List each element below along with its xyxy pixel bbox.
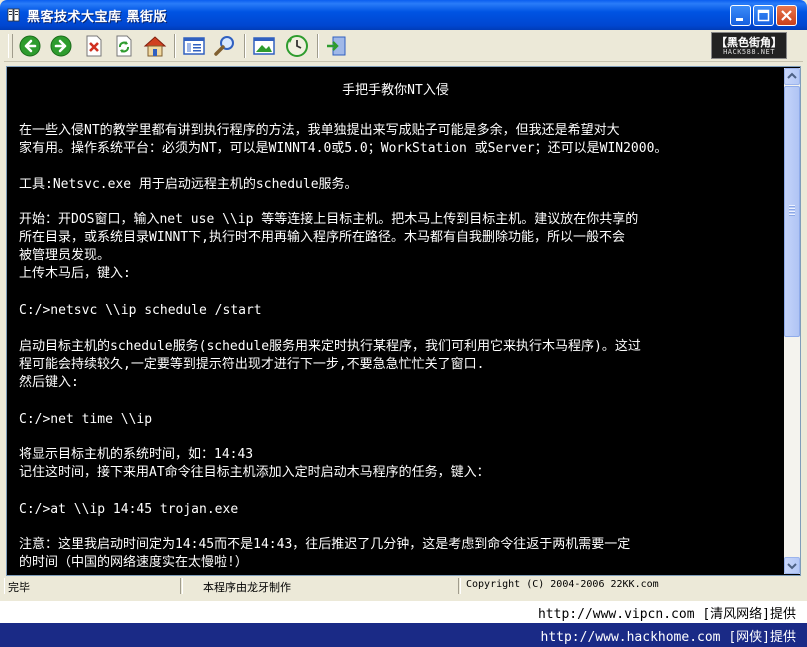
- title-bar[interactable]: 黑客技术大宝库 黑街版: [0, 0, 807, 30]
- copyright-pane: Copyright (C) 2004-2006 22KK.com: [460, 578, 803, 594]
- history-button[interactable]: [284, 33, 310, 59]
- text-line: 家有用。操作系统平台：必须为NT，可以是WINNT4.0或5.0；WorkSta…: [19, 141, 668, 156]
- text-line: 程可能会持续较久,一定要等到提示符出现才进行下一步,不要急急忙忙关了窗口.: [19, 357, 485, 372]
- content-frame: 手把手教你NT入侵 在一些入侵NT的教学里都有讲到执行程序的方法，我单独提出来写…: [6, 66, 801, 576]
- status-text: 完毕: [8, 581, 30, 594]
- document-view[interactable]: 手把手教你NT入侵 在一些入侵NT的教学里都有讲到执行程序的方法，我单独提出来写…: [8, 68, 783, 574]
- watermark-text: http://www.hackhome.com [网侠]提供: [540, 630, 797, 645]
- stop-icon: [86, 35, 102, 57]
- text-line: 将显示目标主机的系统时间，如：14:43: [19, 447, 254, 462]
- vertical-scrollbar[interactable]: [784, 68, 800, 574]
- search-button[interactable]: [212, 33, 238, 59]
- scroll-down-button[interactable]: [784, 557, 800, 574]
- forward-icon: [50, 35, 72, 57]
- text-line-partial: ……: [19, 571, 35, 574]
- toolbar-separator: [174, 34, 176, 58]
- contents-button[interactable]: [181, 33, 207, 59]
- scroll-up-button[interactable]: [784, 68, 800, 85]
- text-line: 开始：开DOS窗口，输入net use \\ip 等等连接上目标主机。把木马上传…: [19, 212, 639, 227]
- command-line: C:/>net time \\ip: [19, 412, 153, 427]
- text-line: 被管理员发现。: [19, 248, 111, 263]
- command-line: C:/>at \\ip 14:45 trojan.exe: [19, 502, 239, 517]
- toolbar-grip[interactable]: [8, 34, 13, 58]
- book-icon: [6, 7, 22, 23]
- watermark-bar: http://www.vipcn.com [清风网络]提供: [0, 601, 807, 623]
- back-button[interactable]: [17, 33, 43, 59]
- text-line: 的时间（中国的网络速度实在太慢啦!）: [19, 555, 248, 570]
- logo-domain: HACK588.NET: [723, 48, 775, 56]
- minimize-button[interactable]: [730, 5, 751, 26]
- text-line: 所在目录，或系统目录WINNT下,执行时不用再输入程序所在路径。木马都有自我删除…: [19, 230, 625, 245]
- watermark-text: http://www.vipcn.com [清风网络]提供: [537, 607, 796, 622]
- scroll-thumb[interactable]: [784, 86, 800, 337]
- maximize-button[interactable]: [753, 5, 774, 26]
- chevron-up-icon: [787, 72, 797, 79]
- author-pane: 本程序由龙牙制作: [182, 578, 458, 594]
- status-pane: 完毕: [4, 578, 180, 594]
- text-line: 记住这时间，接下来用AT命令往目标主机添加入定时启动木马程序的任务，键入：: [19, 465, 490, 480]
- document-title: 手把手教你NT入侵: [342, 83, 449, 98]
- status-bar: 完毕 本程序由龙牙制作 Copyright (C) 2004-2006 22KK…: [4, 577, 803, 595]
- home-icon: [143, 36, 167, 57]
- text-line: 注意：这里我启动时间定为14:45而不是14:43，往后推迟了几分钟，这是考虑到…: [19, 537, 631, 552]
- exit-button[interactable]: [324, 33, 350, 59]
- chevron-down-icon: [787, 563, 797, 570]
- command-line: C:/>netsvc \\ip schedule /start: [19, 303, 262, 318]
- back-icon: [19, 35, 41, 57]
- toolbar-separator: [244, 34, 246, 58]
- picture-icon: [253, 37, 275, 55]
- text-line: 工具:Netsvc.exe 用于启动远程主机的schedule服务。: [19, 177, 358, 192]
- text-line: 启动目标主机的schedule服务(schedule服务用来定时执行某程序，我们…: [19, 339, 641, 354]
- window-title: 黑客技术大宝库 黑街版: [27, 10, 168, 25]
- refresh-icon: [116, 35, 132, 57]
- author-text: 本程序由龙牙制作: [203, 581, 291, 594]
- exit-icon: [327, 36, 346, 56]
- close-button[interactable]: [776, 5, 797, 26]
- history-icon: [286, 35, 308, 57]
- text-line: 上传木马后，键入:: [19, 266, 131, 281]
- copyright-text: Copyright (C) 2004-2006 22KK.com: [466, 579, 659, 590]
- refresh-button[interactable]: [111, 33, 137, 59]
- search-icon: [214, 36, 234, 56]
- contents-icon: [183, 37, 205, 55]
- site-logo: 【黑色街角】 HACK588.NET: [711, 32, 787, 59]
- home-button[interactable]: [142, 33, 168, 59]
- watermark-bar: http://www.hackhome.com [网侠]提供: [0, 623, 807, 647]
- forward-button[interactable]: [48, 33, 74, 59]
- text-line: 然后键入:: [19, 375, 79, 390]
- toolbar: 【黑色街角】 HACK588.NET: [4, 30, 803, 62]
- picture-button[interactable]: [251, 33, 277, 59]
- text-line: 在一些入侵NT的教学里都有讲到执行程序的方法，我单独提出来写成贴子可能是多余，但…: [19, 123, 620, 138]
- toolbar-separator: [317, 34, 319, 58]
- stop-button[interactable]: [81, 33, 107, 59]
